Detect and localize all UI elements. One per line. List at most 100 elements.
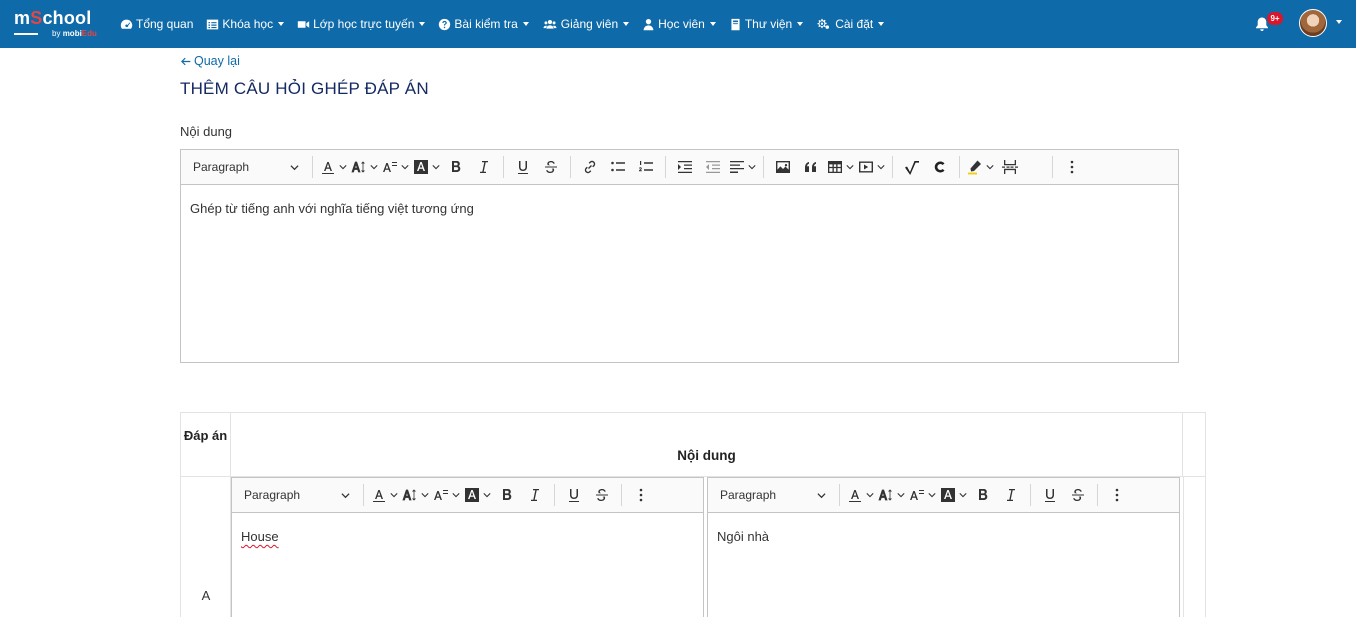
indent-button[interactable] [671,154,699,180]
background-color-icon [465,488,479,502]
chevron-down-icon [419,22,426,26]
chevron-down-icon [421,493,429,498]
top-navbar: mSchool by mobiEdu Tổng quan Khóa học Lớ… [0,0,1356,48]
alignment-button[interactable] [727,154,758,180]
answer-left-word: House [241,529,279,544]
nav-label: Tổng quan [136,17,194,31]
nav-label: Lớp học trực tuyến [313,17,415,31]
strikethrough-icon [545,161,557,173]
background-color-icon [941,488,955,502]
italic-button[interactable] [997,482,1025,508]
link-icon [584,160,596,174]
logo-text: mSchool [14,8,91,28]
editor-content-area[interactable]: House [232,513,703,560]
italic-icon [480,161,488,173]
font-family-button[interactable] [380,154,411,180]
bulleted-list-button[interactable] [604,154,632,180]
font-color-button[interactable] [845,482,876,508]
more-options-button[interactable] [1103,482,1131,508]
strikethrough-button[interactable] [537,154,565,180]
chevron-down-icon [339,165,347,170]
editor-toolbar: Paragraph [708,478,1179,513]
users-icon [543,19,557,29]
underline-button[interactable] [509,154,537,180]
font-color-button[interactable] [369,482,400,508]
background-color-button[interactable] [462,482,493,508]
media-icon [859,161,873,173]
editor-content-area[interactable]: Ghép từ tiếng anh với nghĩa tiếng việt t… [181,185,1178,232]
font-size-button[interactable] [349,154,380,180]
font-size-button[interactable] [400,482,431,508]
italic-button[interactable] [521,482,549,508]
highlighter-icon [968,160,981,175]
numbered-list-button[interactable] [632,154,660,180]
insert-media-button[interactable] [856,154,887,180]
chevron-down-icon [370,165,378,170]
notification-badge: 9+ [1267,12,1283,25]
paragraph-format-select[interactable]: Paragraph [236,482,358,508]
nav-hoc-vien[interactable]: Học viên [642,17,716,31]
page-break-button[interactable] [996,154,1024,180]
background-color-button[interactable] [938,482,969,508]
background-color-button[interactable] [411,154,442,180]
answer-left-text: House [241,529,694,544]
underline-button[interactable] [560,482,588,508]
bold-button[interactable] [493,482,521,508]
nav-label: Cài đặt [835,17,874,31]
insert-table-button[interactable] [825,154,856,180]
nav-label: Học viên [658,17,705,31]
highlight-button[interactable] [965,154,996,180]
nav-cai-dat[interactable]: Cài đặt [816,17,885,31]
nav-bai-kiem-tra[interactable]: Bài kiểm tra [438,17,529,31]
nav-khoa-hoc[interactable]: Khóa học [206,17,285,31]
underline-button[interactable] [1036,482,1064,508]
bulleted-list-icon [611,161,625,172]
italic-button[interactable] [470,154,498,180]
header-extra [1183,413,1206,477]
strikethrough-button[interactable] [588,482,616,508]
block-quote-button[interactable] [797,154,825,180]
more-vertical-icon [1115,488,1119,502]
font-family-button[interactable] [431,482,462,508]
underline-icon [518,161,528,174]
chevron-down-icon[interactable] [1336,20,1342,24]
back-link[interactable]: Quay lại [180,54,240,68]
strikethrough-icon [1072,489,1084,501]
logo[interactable]: mSchool by mobiEdu [14,8,104,40]
font-family-icon [910,490,924,500]
editor-content-area[interactable]: Ngôi nhà [708,513,1179,560]
chevron-down-icon [817,492,826,498]
font-family-button[interactable] [907,482,938,508]
strikethrough-button[interactable] [1064,482,1092,508]
toolbar-divider [363,484,364,506]
font-color-button[interactable] [318,154,349,180]
outdent-button[interactable] [699,154,727,180]
content-editor: Paragraph Ghép từ tiếng anh với nghĩa ti… [180,149,1179,363]
answer-right-text: Ngôi nhà [717,529,770,544]
logo-brand-accent: Edu [81,29,97,38]
chevron-down-icon [522,22,529,26]
nav-lop-hoc-truc-tuyen[interactable]: Lớp học trực tuyến [297,17,426,31]
back-link-label: Quay lại [194,54,240,68]
font-size-button[interactable] [876,482,907,508]
bold-button[interactable] [969,482,997,508]
nav-thu-vien[interactable]: Thư viện [729,17,804,31]
chevron-down-icon [878,22,885,26]
more-options-button[interactable] [1058,154,1086,180]
logo-text-part: m [14,8,31,28]
chemistry-formula-button[interactable] [926,154,954,180]
row-divider [1183,477,1184,617]
math-formula-button[interactable] [898,154,926,180]
avatar[interactable] [1299,9,1327,37]
insert-image-button[interactable] [769,154,797,180]
nav-giang-vien[interactable]: Giảng viên [542,17,630,31]
answer-right-editor: Paragraph Ngôi nhà [707,477,1180,617]
bold-button[interactable] [442,154,470,180]
paragraph-format-select[interactable]: Paragraph [712,482,834,508]
paragraph-format-select[interactable]: Paragraph [185,154,307,180]
page-break-icon [1002,160,1018,174]
nav-tong-quan[interactable]: Tổng quan [120,17,193,31]
link-button[interactable] [576,154,604,180]
more-options-button[interactable] [627,482,655,508]
background-color-icon [414,160,428,174]
